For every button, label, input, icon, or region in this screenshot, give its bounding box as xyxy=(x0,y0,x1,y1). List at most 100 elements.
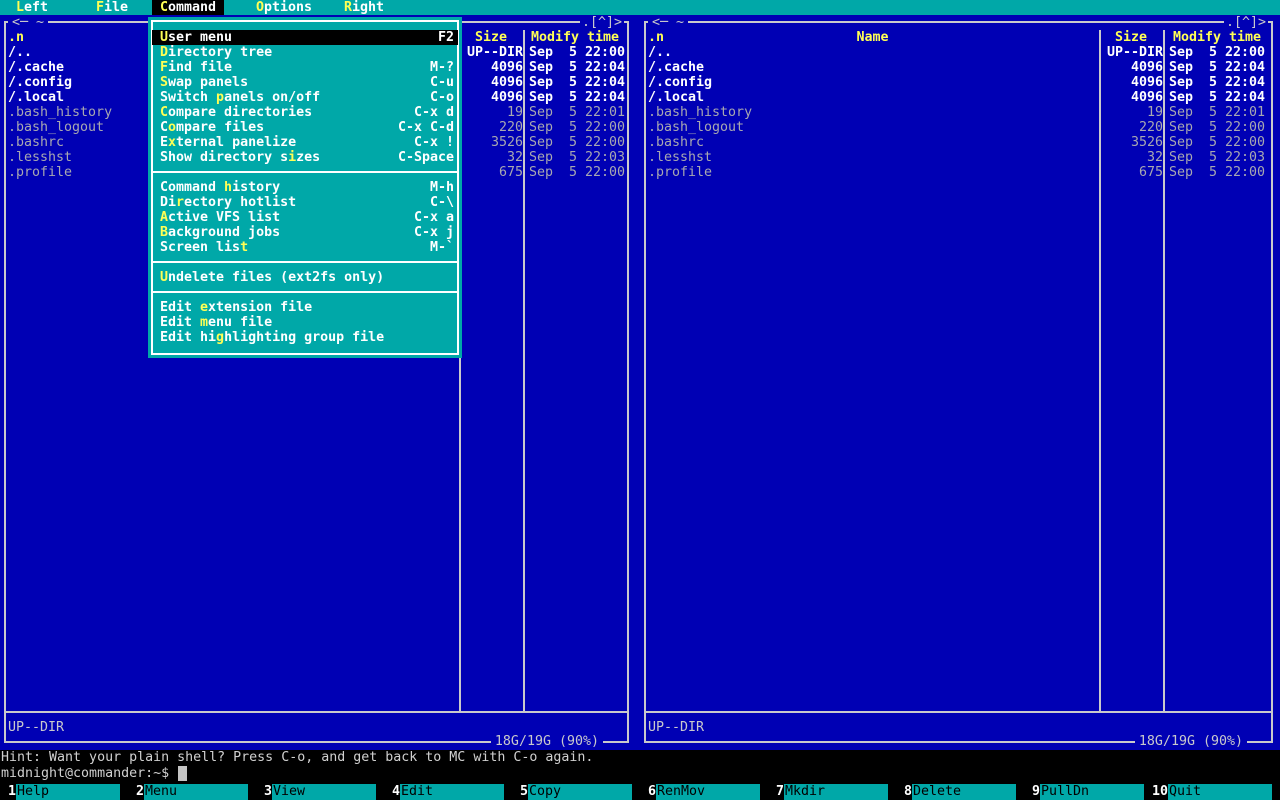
menu-item[interactable]: Command h istory M-h xyxy=(152,180,458,195)
file-row[interactable]: .lesshst 32 Sep 5 22:03 xyxy=(646,150,1271,165)
menu-item[interactable]: Swap panels C-u xyxy=(152,75,458,90)
panel-updir-button[interactable]: .[^]> xyxy=(1223,15,1268,30)
menubar-item-label-post: ommand xyxy=(168,0,217,15)
menu-item[interactable]: Active VFS list C-x a xyxy=(152,210,458,225)
file-row[interactable]: /.. UP--DIR Sep 5 22:00 xyxy=(646,45,1271,60)
menu-item-label-post: mpare files xyxy=(176,120,265,135)
panel-header-size[interactable]: Size xyxy=(1101,30,1161,45)
menubar-item-options[interactable]: Options xyxy=(248,0,320,15)
file-row[interactable]: .profile 675 Sep 5 22:00 xyxy=(646,165,1271,180)
menu-item-label-pre: Di xyxy=(160,195,177,210)
menu-item[interactable]: Find file M-? xyxy=(152,60,458,75)
menu-group: Undelete files (ext2fs only) xyxy=(152,270,458,285)
panel-updir-button[interactable]: .[^]> xyxy=(579,15,624,30)
panel-header-mtime[interactable]: Modify time xyxy=(525,30,625,45)
panel-header-name[interactable]: Name xyxy=(646,30,1099,45)
keybar-button-number: 5 xyxy=(519,784,528,799)
menu-item[interactable]: Di r ectory hotlist C-\ xyxy=(152,195,458,210)
menu-item-label-post: hlighting group file xyxy=(224,330,385,345)
file-size: 4096 xyxy=(490,60,523,75)
menu-item-hotkey: U xyxy=(160,30,169,45)
keybar-button[interactable]: 7 Mkdir xyxy=(768,784,896,800)
menu-item-label-pre: Screen lis xyxy=(160,240,241,255)
menu-item-label-post: ind file xyxy=(168,60,233,75)
panel-header-size[interactable]: Size xyxy=(461,30,521,45)
menubar-item-hotkey: O xyxy=(256,0,265,15)
menu-separator xyxy=(151,165,459,180)
menu-item-label-post: ternal panelize xyxy=(176,135,297,150)
command-line[interactable]: midnight@commander:~$ xyxy=(1,766,188,782)
menu-item[interactable]: Compare directories C-x d xyxy=(152,105,458,120)
file-size: 4096 xyxy=(490,90,523,105)
menu-item-label-pre: E xyxy=(160,135,169,150)
file-row[interactable]: .bash_history 19 Sep 5 22:01 xyxy=(646,105,1271,120)
file-row[interactable]: /.config 4096 Sep 5 22:04 xyxy=(646,75,1271,90)
menu-item[interactable]: Directory tree xyxy=(152,45,458,60)
menu-item-label-post: ndelete files (ext2fs only) xyxy=(168,270,385,285)
menu-item[interactable]: Edit e xtension file xyxy=(152,300,458,315)
menu-item-label-post: zes xyxy=(296,150,321,165)
file-size: 3526 xyxy=(490,135,523,150)
keybar-button[interactable]: 5 Copy xyxy=(512,784,640,800)
menubar-item-file[interactable]: File xyxy=(88,0,136,15)
keybar-button-label: Copy xyxy=(528,784,632,800)
panel-ministatus-separator xyxy=(6,711,627,713)
keybar-button-number: 9 xyxy=(1031,784,1040,799)
keybar-button-label: Help xyxy=(16,784,120,800)
menu-item-hotkey: C xyxy=(160,105,169,120)
keybar-button-number: 1 xyxy=(7,784,16,799)
keybar-button[interactable]: 10 Quit xyxy=(1152,784,1280,800)
menu-item-label-post: enu file xyxy=(208,315,273,330)
menu-item-label-pre: Switch xyxy=(160,90,217,105)
file-mtime: Sep 5 22:03 xyxy=(529,150,626,165)
file-row[interactable]: .bashrc 3526 Sep 5 22:00 xyxy=(646,135,1271,150)
menu-item-hotkey: o xyxy=(168,120,177,135)
menu-item-shortcut: F2 xyxy=(437,30,454,45)
menu-separator xyxy=(151,285,459,300)
file-row[interactable]: /.cache 4096 Sep 5 22:04 xyxy=(646,60,1271,75)
menu-item[interactable]: Undelete files (ext2fs only) xyxy=(152,270,458,285)
keybar-button[interactable]: 1 Help xyxy=(0,784,128,800)
keybar-button[interactable]: 3 View xyxy=(256,784,384,800)
keybar-button[interactable]: 4 Edit xyxy=(384,784,512,800)
menu-item-label-pre: Edit hi xyxy=(160,330,217,345)
file-list: /.. UP--DIR Sep 5 22:00 /.cache 4096 Sep 5 22… xyxy=(646,45,1271,180)
menu-item[interactable]: Switch p anels on/off C-o xyxy=(152,90,458,105)
menu-item[interactable]: Screen lis t M-` xyxy=(152,240,458,255)
menu-item[interactable]: Show directory s i zes C-Space xyxy=(152,150,458,165)
keybar-button[interactable]: 2 Menu xyxy=(128,784,256,800)
menu-item-shortcut: M-h xyxy=(429,180,454,195)
file-size: 4096 xyxy=(1130,90,1163,105)
menu-item[interactable]: Background jobs C-x j xyxy=(152,225,458,240)
menu-item-shortcut: C-o xyxy=(429,90,454,105)
menu-item[interactable]: Edit m enu file xyxy=(152,315,458,330)
keybar-button[interactable]: 6 RenMov xyxy=(640,784,768,800)
menubar-item-left[interactable]: Left xyxy=(8,0,56,15)
menu-item[interactable]: User menu F2 xyxy=(152,30,458,45)
panel-header-mtime[interactable]: Modify time xyxy=(1165,30,1269,45)
text-cursor xyxy=(178,766,188,781)
keybar-button[interactable]: 8 Delete xyxy=(896,784,1024,800)
file-name: .bash_logout xyxy=(8,120,105,135)
file-name: .bash_history xyxy=(8,105,113,120)
menubar-item-right[interactable]: Right xyxy=(336,0,392,15)
keybar-button[interactable]: 9 PullDn xyxy=(1024,784,1152,800)
file-mtime: Sep 5 22:00 xyxy=(1169,120,1266,135)
menu-item-hotkey: g xyxy=(216,330,225,345)
menubar-item-hotkey: R xyxy=(344,0,353,15)
menu-item[interactable]: Co mpare files C-x C-d xyxy=(152,120,458,135)
menu-item-label-pre: Edit xyxy=(160,300,201,315)
menubar-item-command[interactable]: Command xyxy=(152,0,225,15)
file-name: .profile xyxy=(8,165,73,180)
file-name: .bash_logout xyxy=(648,120,745,135)
menu-item[interactable]: Edit hi g hlighting group file xyxy=(152,330,458,345)
file-row[interactable]: .bash_logout 220 Sep 5 22:00 xyxy=(646,120,1271,135)
menu-separator xyxy=(151,255,459,270)
file-name: /.. xyxy=(648,45,673,60)
file-size: 4096 xyxy=(1130,75,1163,90)
file-row[interactable]: /.local 4096 Sep 5 22:04 xyxy=(646,90,1271,105)
menu-item-hotkey: U xyxy=(160,270,169,285)
keybar-button-label: View xyxy=(272,784,376,800)
keybar-button-label: RenMov xyxy=(656,784,760,800)
menu-item[interactable]: Ex ternal panelize C-x ! xyxy=(152,135,458,150)
